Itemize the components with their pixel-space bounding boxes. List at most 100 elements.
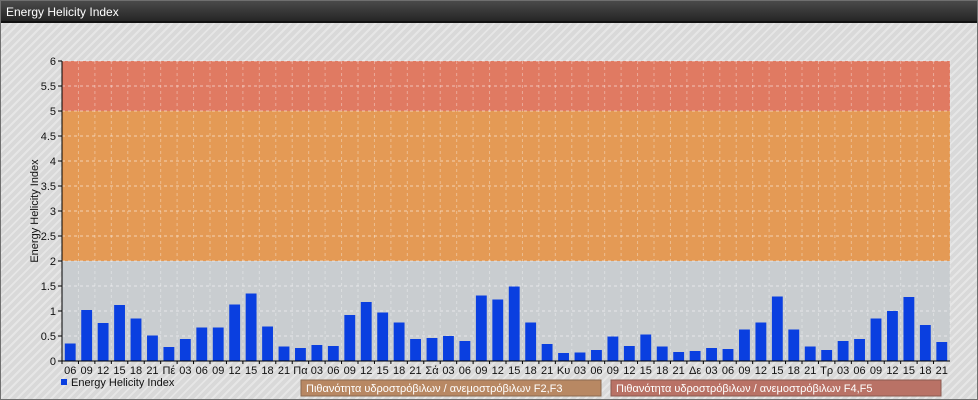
legend: Energy Helicity Index Πιθανότητα υδροστρ… [61, 377, 942, 397]
x-tick-label: 09 [475, 365, 487, 377]
x-tick-label: 12 [97, 365, 109, 377]
bar [81, 310, 93, 361]
x-tick-label: 12 [623, 365, 635, 377]
bar [245, 293, 257, 361]
x-tick-label: 03 [574, 365, 586, 377]
chart-area: 0 0.5 1 1.5 2 2.5 3 3.5 4 4.5 5 5.5 6 06 09 12 15 18 21 Πέ 0… [1, 23, 977, 399]
x-tick-label: 15 [771, 365, 783, 377]
x-tick-label: 09 [344, 365, 356, 377]
bar [919, 325, 931, 361]
x-tick-label: 18 [919, 365, 931, 377]
bar [623, 346, 635, 361]
x-tick-label: 18 [393, 365, 405, 377]
x-tick-label: Κυ [557, 365, 570, 377]
bar [804, 346, 816, 361]
x-tick-label: 09 [212, 365, 224, 377]
x-tick-label: 03 [311, 365, 323, 377]
energy-helicity-chart: 0 0.5 1 1.5 2 2.5 3 3.5 4 4.5 5 5.5 6 06 09 12 15 18 21 Πέ 0… [29, 56, 951, 397]
x-tick-label: 09 [738, 365, 750, 377]
bar [656, 346, 668, 361]
bar [114, 305, 125, 361]
y-tick-label: 1.5 [41, 281, 56, 293]
bar [591, 350, 602, 361]
bar [295, 348, 306, 361]
bar [377, 312, 389, 361]
y-tick-label: 3 [50, 206, 56, 218]
panel-title: Energy Helicity Index [1, 1, 977, 23]
bar [344, 315, 356, 361]
x-tick-label: 18 [261, 365, 273, 377]
y-tick-label: 0 [50, 356, 56, 368]
bar [97, 323, 109, 361]
x-tick-label: Σά [425, 365, 439, 377]
x-tick-label: 21 [673, 365, 685, 377]
bar [410, 339, 421, 361]
bar [130, 318, 142, 361]
bar [508, 286, 520, 361]
x-tick-label: Τρ [820, 365, 833, 377]
x-tick-label: 15 [113, 365, 125, 377]
y-tick-label: 2 [50, 256, 56, 268]
x-tick-label: 09 [870, 365, 882, 377]
bar [278, 346, 290, 361]
x-tick-label: 06 [327, 365, 339, 377]
x-tick-label: 21 [146, 365, 158, 377]
bar [327, 346, 339, 361]
x-tick-label: 15 [508, 365, 520, 377]
x-tick-label: 12 [755, 365, 767, 377]
bar [788, 329, 800, 361]
y-tick-label: 5.5 [41, 81, 56, 93]
bar [755, 322, 767, 361]
x-tick-label: 12 [886, 365, 898, 377]
y-tick-label: 0.5 [41, 331, 56, 343]
x-tick-label: 06 [853, 365, 865, 377]
x-tick-label: 15 [377, 365, 389, 377]
x-tick-label: Πα [293, 365, 308, 377]
x-tick-label: 18 [656, 365, 668, 377]
bar [936, 342, 948, 361]
bar [541, 344, 553, 361]
bar [607, 336, 619, 361]
x-tick-label: 06 [590, 365, 602, 377]
bar [443, 336, 454, 361]
x-tick-label: 18 [130, 365, 142, 377]
y-axis-title: Energy Helicity Index [29, 159, 41, 263]
x-tick-label: 21 [804, 365, 816, 377]
x-tick-label: 15 [903, 365, 915, 377]
bar [64, 343, 76, 361]
x-tick-label: 21 [278, 365, 290, 377]
x-tick-label: 06 [459, 365, 471, 377]
x-tick-label: 06 [64, 365, 76, 377]
bar [689, 351, 701, 361]
y-tick-label: 5 [50, 106, 56, 118]
x-tick-label: 18 [525, 365, 537, 377]
bar [492, 299, 504, 361]
x-tick-label: 09 [81, 365, 93, 377]
x-tick-label: 21 [936, 365, 948, 377]
bar [525, 322, 537, 361]
bar [196, 327, 208, 361]
chart-panel: Energy Helicity Index 0 0.5 1 1.5 2 2.5 3 3.5 4 4… [0, 0, 978, 400]
y-tick-label: 4 [50, 156, 56, 168]
y-tick-label: 3.5 [41, 181, 56, 193]
bar [475, 295, 487, 361]
bar [574, 352, 586, 361]
y-tick-label: 2.5 [41, 231, 56, 243]
bar [212, 327, 224, 361]
y-tick-label: 1 [50, 306, 56, 318]
bar [673, 352, 685, 361]
x-tick-label: 12 [229, 365, 241, 377]
x-tick-label: 21 [541, 365, 553, 377]
bar [459, 341, 471, 361]
bar [426, 338, 438, 361]
bar [837, 341, 849, 361]
legend-swatch [61, 379, 67, 385]
bar [262, 326, 273, 361]
x-tick-label: 03 [179, 365, 191, 377]
x-tick-label: 15 [245, 365, 257, 377]
x-tick-label: 03 [705, 365, 717, 377]
bar [821, 350, 833, 361]
bar [147, 335, 158, 361]
x-tick-label: 09 [607, 365, 619, 377]
bar [706, 348, 717, 361]
